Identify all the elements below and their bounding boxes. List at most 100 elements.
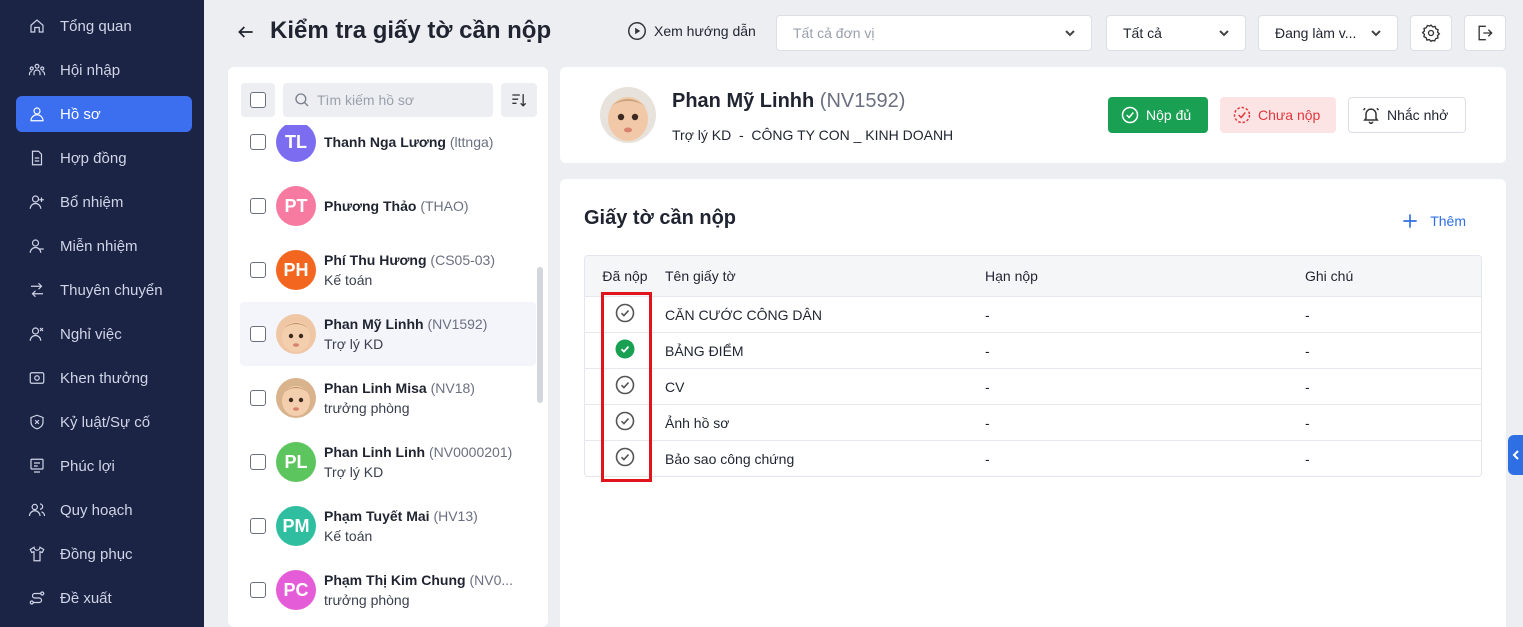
search-icon <box>295 93 309 107</box>
all-select[interactable]: Tất cả <box>1106 15 1246 51</box>
table-row: Bảo sao công chứng - - <box>585 440 1481 476</box>
employee-name: Phí Thu Hương <box>324 252 427 268</box>
back-button[interactable] <box>234 20 258 44</box>
export-button[interactable] <box>1464 15 1506 51</box>
row-checkbox[interactable] <box>250 326 266 342</box>
sidebar-item-users[interactable]: Quy hoạch <box>16 492 192 528</box>
column-header-name: Tên giấy tờ <box>665 268 736 284</box>
table-row: BẢNG ĐIỂM - - <box>585 332 1481 368</box>
add-document-button[interactable]: Thêm <box>1400 211 1466 231</box>
avatar: PC <box>276 570 316 610</box>
chevron-down-icon <box>1369 26 1383 40</box>
submitted-toggle[interactable] <box>615 447 635 470</box>
sidebar-item-label: Phúc lợi <box>60 457 115 475</box>
row-checkbox[interactable] <box>250 198 266 214</box>
submitted-toggle[interactable] <box>615 339 635 362</box>
not-submitted-label: Chưa nộp <box>1258 107 1321 123</box>
list-item[interactable]: PC Phạm Thị Kim Chung (NV0... trưởng phòng <box>240 558 536 622</box>
row-checkbox[interactable] <box>250 134 266 150</box>
employee-role: trưởng phòng <box>324 400 410 416</box>
sidebar-item-user-minus[interactable]: Miễn nhiệm <box>16 228 192 264</box>
employee-code: (THAO) <box>420 198 469 214</box>
avatar: PT <box>276 186 316 226</box>
employee-role: Trợ lý KD <box>324 464 384 480</box>
row-checkbox[interactable] <box>250 262 266 278</box>
avatar: PH <box>276 250 316 290</box>
submitted-label: Nộp đủ <box>1146 107 1192 123</box>
document-name: Ảnh hồ sơ <box>665 414 730 431</box>
sidebar-item-label: Hợp đồng <box>60 149 127 167</box>
submitted-toggle[interactable] <box>615 303 635 326</box>
submitted-toggle[interactable] <box>615 411 635 434</box>
guide-button[interactable]: Xem hướng dẫn <box>626 20 756 42</box>
checkbox-box <box>250 92 266 108</box>
select-all-checkbox[interactable] <box>241 83 275 117</box>
row-checkbox[interactable] <box>250 454 266 470</box>
sidebar-item-route[interactable]: Đề xuất <box>16 580 192 616</box>
list-scrollbar[interactable] <box>537 267 543 403</box>
list-item[interactable]: PM Phạm Tuyết Mai (HV13) Kế toán <box>240 494 536 558</box>
employee-name: Phương Thảo <box>324 198 417 214</box>
shirt-icon <box>28 545 46 563</box>
remind-button[interactable]: Nhắc nhở <box>1348 97 1466 133</box>
list-item[interactable]: PT Phương Thảo (THAO) <box>240 174 536 238</box>
profile-subtitle: Trợ lý KD - CÔNG TY CON _ KINH DOANH <box>672 127 954 143</box>
team-icon <box>28 61 46 79</box>
side-panel-toggle[interactable] <box>1508 435 1523 475</box>
chevron-left-icon <box>1512 450 1519 460</box>
document-note: - <box>1305 414 1310 431</box>
settings-button[interactable] <box>1410 15 1452 51</box>
table-row: CĂN CƯỚC CÔNG DÂN - - <box>585 296 1481 332</box>
list-item[interactable]: Phan Mỹ Linhh (NV1592) Trợ lý KD <box>240 302 536 366</box>
sidebar-item-reward[interactable]: Khen thưởng <box>16 360 192 396</box>
avatar: PL <box>276 442 316 482</box>
row-checkbox[interactable] <box>250 390 266 406</box>
sidebar-item-user[interactable]: Hồ sơ <box>16 96 192 132</box>
row-checkbox[interactable] <box>250 518 266 534</box>
employee-role: Trợ lý KD <box>324 336 384 352</box>
sidebar-item-transfer[interactable]: Thuyên chuyển <box>16 272 192 308</box>
guide-label: Xem hướng dẫn <box>654 23 756 39</box>
sidebar-item-shield-x[interactable]: Kỷ luật/Sự cố <box>16 404 192 440</box>
search-input[interactable] <box>317 92 477 108</box>
submitted-toggle[interactable] <box>615 375 635 398</box>
avatar <box>276 378 316 418</box>
list-item[interactable]: Phan Linh Misa (NV18) trưởng phòng <box>240 366 536 430</box>
sidebar-item-document[interactable]: Hợp đồng <box>16 140 192 176</box>
check-circle-outline-icon <box>615 447 635 467</box>
employee-name: Phạm Tuyết Mai <box>324 508 430 524</box>
list-item[interactable]: PH Phí Thu Hương (CS05-03) Kế toán <box>240 238 536 302</box>
row-checkbox[interactable] <box>250 582 266 598</box>
status-select[interactable]: Đang làm v... <box>1258 15 1398 51</box>
profile-avatar <box>600 87 656 143</box>
employee-info: Phạm Thị Kim Chung (NV0... trưởng phòng <box>324 572 513 608</box>
sidebar-item-label: Quy hoạch <box>60 501 133 519</box>
sidebar-item-team[interactable]: Hội nhập <box>16 52 192 88</box>
list-item[interactable]: PL Phan Linh Linh (NV0000201) Trợ lý KD <box>240 430 536 494</box>
page-title: Kiểm tra giấy tờ cần nộp <box>270 17 552 44</box>
sidebar-item-shirt[interactable]: Đồng phục <box>16 536 192 572</box>
employee-line: Thanh Nga Lương (lttnga) <box>324 134 493 150</box>
home-icon <box>28 17 46 35</box>
profile-name: Phan Mỹ Linhh (NV1592) <box>672 90 905 113</box>
sidebar-item-user-plus[interactable]: Bổ nhiệm <box>16 184 192 220</box>
not-submitted-button[interactable]: Chưa nộp <box>1220 97 1336 133</box>
add-document-label: Thêm <box>1430 213 1466 229</box>
submitted-button[interactable]: Nộp đủ <box>1108 97 1208 133</box>
gear-icon <box>1421 24 1441 43</box>
sidebar-item-user-leave[interactable]: Nghỉ việc <box>16 316 192 352</box>
route-icon <box>28 589 46 607</box>
avatar <box>276 314 316 354</box>
avatar: TL <box>276 122 316 162</box>
sort-button[interactable] <box>501 83 537 117</box>
sidebar-item-benefit[interactable]: Phúc lợi <box>16 448 192 484</box>
remind-label: Nhắc nhở <box>1387 107 1449 123</box>
sidebar-item-home[interactable]: Tổng quan <box>16 8 192 44</box>
check-circle-outline-icon <box>615 375 635 395</box>
document-deadline: - <box>985 450 990 467</box>
unit-select[interactable]: Tất cả đơn vị <box>776 15 1092 51</box>
document-note: - <box>1305 378 1310 395</box>
sidebar-item-label: Hồ sơ <box>60 105 101 123</box>
employee-line: Phương Thảo (THAO) <box>324 198 469 214</box>
document-note: - <box>1305 306 1310 323</box>
